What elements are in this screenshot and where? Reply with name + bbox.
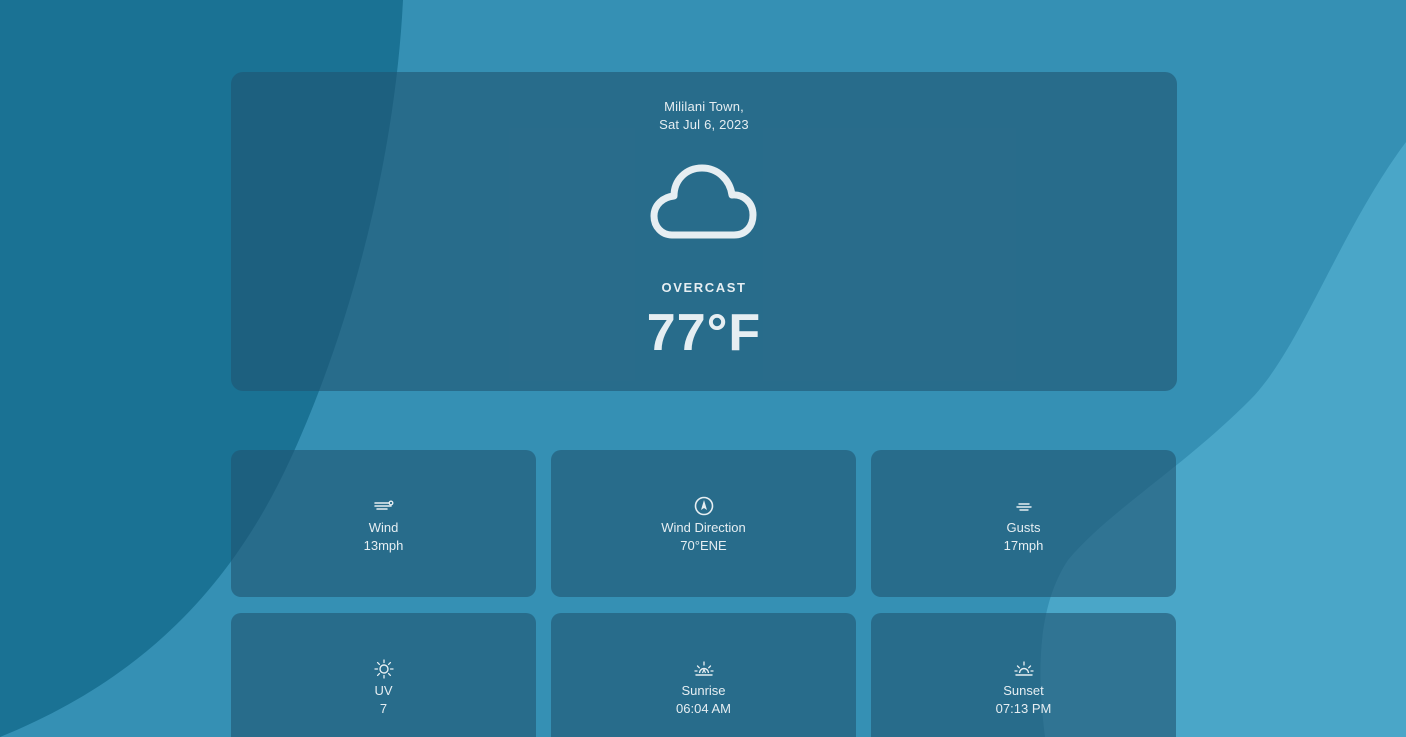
stat-tile-wind: Wind 13mph xyxy=(231,450,536,597)
stat-value: 06:04 AM xyxy=(676,701,731,716)
wind-icon xyxy=(374,500,394,510)
stat-value: 07:13 PM xyxy=(995,701,1052,716)
stat-tile-gusts: Gusts 17mph xyxy=(871,450,1176,597)
stat-value: 13mph xyxy=(363,538,404,553)
location-date: Sat Jul 6, 2023 xyxy=(659,117,749,132)
cloud-icon xyxy=(650,164,757,239)
location-city: Mililani Town, xyxy=(664,99,744,114)
stat-value: 7 xyxy=(379,701,388,716)
stat-label: Gusts xyxy=(1006,520,1041,535)
stat-label: Wind xyxy=(368,520,399,535)
temperature: 77°F xyxy=(646,304,762,362)
stat-tile-sunset: Sunset 07:13 PM xyxy=(871,613,1176,737)
stat-label: Wind Direction xyxy=(661,520,746,535)
weather-condition: OVERCAST xyxy=(661,280,747,295)
sunset-icon xyxy=(1014,661,1034,676)
compass-icon xyxy=(694,496,714,516)
stat-tile-sunrise: Sunrise 06:04 AM xyxy=(551,613,856,737)
sunrise-icon xyxy=(694,661,714,676)
sun-icon xyxy=(374,659,394,679)
weather-page: Mililani Town, Sat Jul 6, 2023 OVERCAST … xyxy=(0,0,1406,737)
stat-label: Sunset xyxy=(1003,683,1044,698)
stat-tile-wind-direction: Wind Direction 70°ENE xyxy=(551,450,856,597)
stat-value: 17mph xyxy=(1003,538,1044,553)
location-block: Mililani Town, Sat Jul 6, 2023 xyxy=(231,98,1177,134)
stat-value: 70°ENE xyxy=(680,538,727,553)
stat-label: Sunrise xyxy=(681,683,726,698)
current-weather-card: Mililani Town, Sat Jul 6, 2023 OVERCAST … xyxy=(231,72,1177,391)
stat-tile-uv: UV 7 xyxy=(231,613,536,737)
gusts-icon xyxy=(1016,503,1032,511)
stat-label: UV xyxy=(374,683,393,698)
